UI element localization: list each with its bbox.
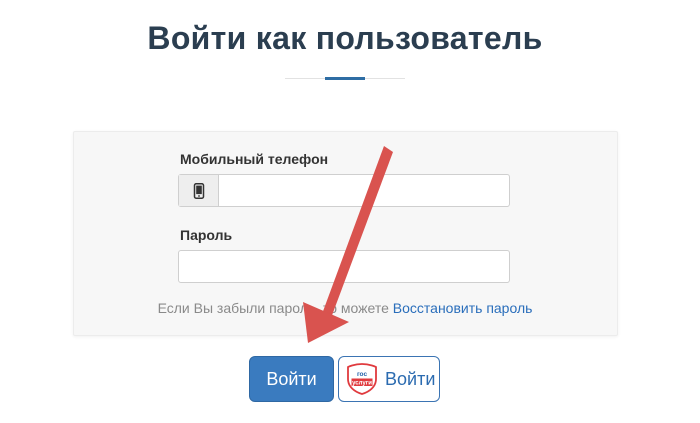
forgot-password-hint: Если Вы забыли пароль, то можете: [157, 300, 389, 316]
gosuslugi-button-label: Войти: [385, 368, 436, 389]
forgot-password-text: Если Вы забыли пароль, то можете Восстан…: [0, 300, 690, 316]
gosuslugi-login-button[interactable]: гос услуги Войти: [338, 356, 440, 402]
mobile-phone-icon: [193, 182, 204, 199]
phone-addon: [179, 175, 219, 206]
phone-field-group: [178, 174, 510, 207]
phone-label: Мобильный телефон: [180, 151, 329, 167]
password-label: Пароль: [180, 227, 233, 243]
title-divider-accent: [325, 77, 365, 80]
gosuslugi-logo-icon: гос услуги: [347, 363, 377, 395]
page-title: Войти как пользователь: [147, 20, 543, 56]
password-input[interactable]: [178, 250, 510, 283]
gosuslugi-logo-text-2: услуги: [352, 380, 372, 386]
login-button[interactable]: Войти: [249, 356, 334, 402]
phone-input[interactable]: [219, 175, 509, 206]
gosuslugi-logo-text-1: гос: [357, 371, 368, 378]
restore-password-link[interactable]: Восстановить пароль: [393, 300, 533, 316]
